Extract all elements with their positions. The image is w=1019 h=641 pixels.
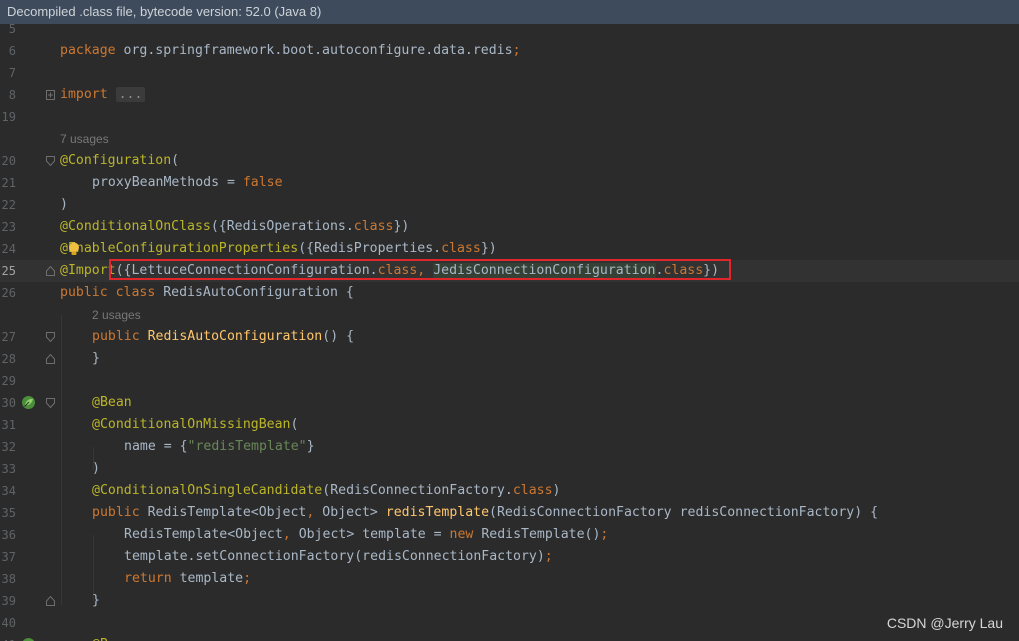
line-number: 7	[8, 66, 16, 80]
line-number: 39	[1, 594, 16, 608]
line-number: 37	[1, 550, 16, 564]
code-line: 40	[0, 612, 1019, 634]
code-text: import ...	[60, 84, 146, 106]
code-text: )	[60, 197, 68, 212]
fold-marker-icon[interactable]	[46, 332, 55, 342]
code-line: 6 package org.springframework.boot.autoc…	[0, 40, 1019, 62]
code-text: @Configuration(	[60, 153, 180, 168]
code-text: name = {"redisTemplate"}	[124, 439, 315, 454]
code-text: package org.springframework.boot.autocon…	[60, 43, 521, 58]
line-number: 25	[1, 264, 16, 278]
code-line: 36 RedisTemplate<Object, Object> templat…	[0, 524, 1019, 546]
code-text: return template;	[124, 571, 252, 586]
line-number: 5	[8, 24, 16, 36]
code-line: 28 }	[0, 348, 1019, 370]
code-text: public class RedisAutoConfiguration {	[60, 285, 354, 300]
decompiled-banner: Decompiled .class file, bytecode version…	[0, 0, 1019, 24]
code-line: 7	[0, 62, 1019, 84]
line-number: 31	[1, 418, 16, 432]
code-line: 8 import ...	[0, 84, 1019, 106]
code-line: 19	[0, 106, 1019, 128]
fold-marker-icon[interactable]	[46, 90, 55, 100]
usages-hint[interactable]: 2 usages	[92, 304, 141, 326]
code-line: 5	[0, 24, 1019, 40]
code-line: 22 )	[0, 194, 1019, 216]
code-text: }	[92, 593, 100, 608]
fold-marker-icon[interactable]	[46, 596, 55, 606]
line-number: 29	[1, 374, 16, 388]
code-line: 23 @ConditionalOnClass({RedisOperations.…	[0, 216, 1019, 238]
usage-hint-line: 7 usages	[0, 128, 1019, 150]
spring-bean-icon[interactable]	[21, 637, 36, 641]
fold-marker-icon[interactable]	[46, 156, 55, 166]
line-number: 21	[1, 176, 16, 190]
code-line: 29	[0, 370, 1019, 392]
highlight-box	[109, 259, 731, 280]
line-number: 24	[1, 242, 16, 256]
fold-marker-icon[interactable]	[46, 266, 55, 276]
fold-marker-icon[interactable]	[46, 398, 55, 408]
usage-hint-line: 2 usages	[0, 304, 1019, 326]
code-text: RedisTemplate<Object, Object> template =…	[124, 527, 609, 542]
code-text: template.setConnectionFactory(redisConne…	[124, 549, 553, 564]
watermark: CSDN @Jerry Lau	[886, 615, 1003, 631]
line-number: 33	[1, 462, 16, 476]
code-text: )	[92, 461, 100, 476]
folded-imports[interactable]: ...	[115, 87, 146, 102]
code-text: proxyBeanMethods = false	[92, 175, 283, 190]
code-text: @ConditionalOnClass({RedisOperations.cla…	[60, 219, 410, 234]
code-line: 21 proxyBeanMethods = false	[0, 172, 1019, 194]
spring-bean-icon[interactable]	[21, 395, 36, 410]
line-number: 23	[1, 220, 16, 234]
code-line: 24 @EnableConfigurationProperties({Redis…	[0, 238, 1019, 260]
code-line: 34 @ConditionalOnSingleCandidate(RedisCo…	[0, 480, 1019, 502]
code-text: @B	[92, 634, 108, 641]
code-line: 20 @Configuration(	[0, 150, 1019, 172]
code-line: 35 public RedisTemplate<Object, Object> …	[0, 502, 1019, 524]
code-line: 41 @B	[0, 634, 1019, 641]
code-line: 30 @Bean	[0, 392, 1019, 414]
code-line: 39 }	[0, 590, 1019, 612]
line-number: 22	[1, 198, 16, 212]
code-text: public RedisAutoConfiguration() {	[92, 329, 355, 344]
code-text: @ConditionalOnMissingBean(	[92, 417, 299, 432]
line-number: 40	[1, 616, 16, 630]
usages-hint[interactable]: 7 usages	[60, 128, 109, 150]
line-number: 30	[1, 396, 16, 410]
code-text: public RedisTemplate<Object, Object> red…	[92, 505, 879, 520]
line-number: 8	[8, 88, 16, 102]
line-number: 26	[1, 286, 16, 300]
fold-marker-icon[interactable]	[46, 354, 55, 364]
code-text: @ConditionalOnSingleCandidate(RedisConne…	[92, 483, 561, 498]
line-number: 32	[1, 440, 16, 454]
lightbulb-icon[interactable]	[68, 242, 80, 256]
code-line: 37 template.setConnectionFactory(redisCo…	[0, 546, 1019, 568]
line-number: 27	[1, 330, 16, 344]
code-text: @EnableConfigurationProperties({RedisPro…	[60, 241, 497, 256]
line-number: 19	[1, 110, 16, 124]
line-number: 28	[1, 352, 16, 366]
line-number: 38	[1, 572, 16, 586]
code-line: 32 name = {"redisTemplate"}	[0, 436, 1019, 458]
line-number: 35	[1, 506, 16, 520]
line-number: 34	[1, 484, 16, 498]
line-number: 41	[0, 634, 16, 641]
line-number: 20	[1, 154, 16, 168]
code-text: @Bean	[92, 395, 132, 410]
code-text: }	[92, 351, 100, 366]
line-number: 36	[1, 528, 16, 542]
code-editor[interactable]: 5 6 package org.springframework.boot.aut…	[0, 24, 1019, 641]
code-line: 27 public RedisAutoConfiguration() {	[0, 326, 1019, 348]
code-line: 26 public class RedisAutoConfiguration {	[0, 282, 1019, 304]
line-number: 6	[8, 44, 16, 58]
code-line: 38 return template;	[0, 568, 1019, 590]
code-line: 31 @ConditionalOnMissingBean(	[0, 414, 1019, 436]
code-line: 33 )	[0, 458, 1019, 480]
